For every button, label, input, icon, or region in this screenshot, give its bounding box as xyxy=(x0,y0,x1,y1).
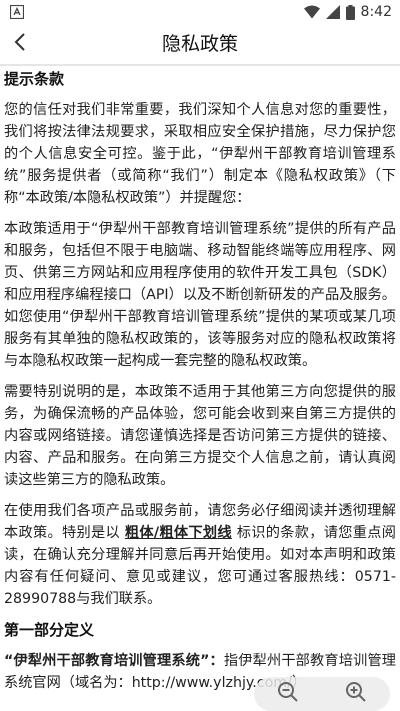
page-title: 隐私政策 xyxy=(161,33,238,55)
chevron-left-icon xyxy=(14,32,26,56)
status-bar: 8:42 xyxy=(0,0,400,24)
paragraph-scope: 本政策适用于“伊犁州干部教育培训管理系统”提供的所有产品和服务，包括但不限于电脑… xyxy=(4,221,396,369)
nav-bar: 隐私政策 xyxy=(0,24,400,64)
zoom-controls xyxy=(254,677,390,711)
back-button[interactable] xyxy=(2,24,38,64)
section-heading-prompt: 提示条款 xyxy=(4,70,65,88)
paragraph-third-party: 需要特别说明的是，本政策不适用于其他第三方向您提供的服务，为确保流畅的产品体验，… xyxy=(4,384,396,488)
zoom-out-button[interactable] xyxy=(254,677,322,711)
status-time: 8:42 xyxy=(360,4,392,20)
zoom-out-icon xyxy=(277,681,299,707)
definition-term: “伊犁州干部教育培训管理系统”： xyxy=(4,653,224,669)
emphasis-text: 粗体/粗体下划线 xyxy=(124,525,232,541)
zoom-in-icon xyxy=(345,681,367,707)
notification-icon xyxy=(9,4,25,20)
wifi-icon xyxy=(303,5,320,19)
zoom-in-button[interactable] xyxy=(322,677,390,711)
battery-icon xyxy=(345,4,355,20)
paragraph-read-carefully: 在使用我们各项产品或服务前，请您务必仔细阅读并透彻理解本政策。特别是以 粗体/粗… xyxy=(4,500,396,610)
policy-content[interactable]: 提示条款 您的信任对我们非常重要，我们深知个人信息对您的重要性，我们将按法律法规… xyxy=(0,66,400,711)
section-heading-definitions: 第一部分定义 xyxy=(4,621,95,639)
signal-icon xyxy=(325,5,340,19)
paragraph-trust: 您的信任对我们非常重要，我们深知个人信息对您的重要性，我们将按法律法规要求，采取… xyxy=(4,102,396,206)
